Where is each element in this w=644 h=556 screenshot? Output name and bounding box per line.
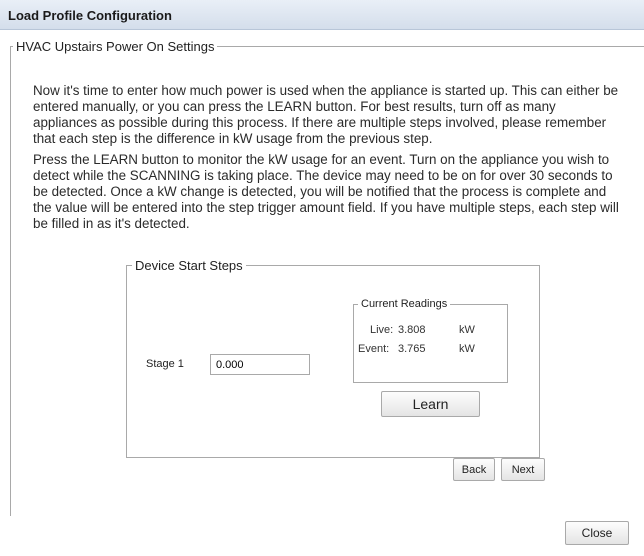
live-value: 3.808 <box>398 324 426 336</box>
device-start-steps-legend: Device Start Steps <box>132 258 246 273</box>
event-value: 3.765 <box>398 343 426 355</box>
event-unit: kW <box>459 343 475 355</box>
instructions-paragraph-1: Now it's time to enter how much power is… <box>33 83 619 146</box>
live-unit: kW <box>459 324 475 336</box>
load-profile-dialog: Load Profile Configuration HVAC Upstairs… <box>0 0 644 556</box>
stage-1-label: Stage 1 <box>146 358 184 370</box>
title-bar: Load Profile Configuration <box>0 0 644 30</box>
next-button[interactable]: Next <box>501 458 545 481</box>
learn-button[interactable]: Learn <box>381 391 480 417</box>
back-button[interactable]: Back <box>453 458 495 481</box>
event-label: Event: <box>358 343 390 355</box>
close-button[interactable]: Close <box>565 521 629 545</box>
window-title: Load Profile Configuration <box>8 8 172 23</box>
instructions-paragraph-2: Press the LEARN button to monitor the kW… <box>33 152 619 231</box>
live-label: Live: <box>370 324 394 336</box>
stage-1-input[interactable] <box>210 354 310 375</box>
current-readings-legend: Current Readings <box>358 298 451 310</box>
hvac-settings-legend: HVAC Upstairs Power On Settings <box>13 39 218 54</box>
